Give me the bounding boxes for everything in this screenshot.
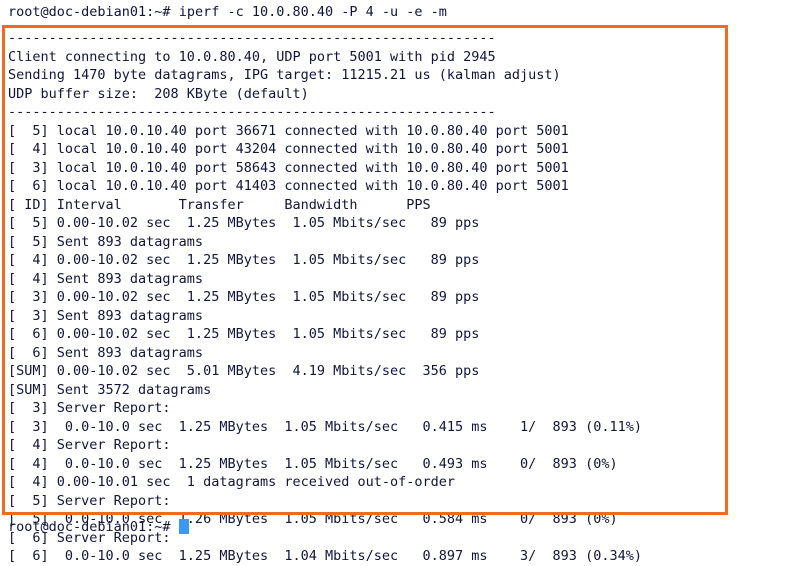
- terminal-output-line: [ 4] local 10.0.10.40 port 43204 connect…: [8, 141, 569, 157]
- terminal-output-line: [ 3] local 10.0.10.40 port 58643 connect…: [8, 159, 569, 176]
- terminal-window[interactable]: root@doc-debian01:~# iperf -c 10.0.80.40…: [0, 0, 785, 564]
- terminal-output-line: [ 5] local 10.0.10.40 port 36671 connect…: [8, 122, 569, 139]
- terminal-output-line: [ 3] 0.0-10.0 sec 1.25 MBytes 1.05 Mbits…: [8, 418, 642, 435]
- command-prompt-line: root@doc-debian01:~# iperf -c 10.0.80.40…: [0, 0, 785, 24]
- terminal-output-line: [ 4] Server Report:: [8, 437, 171, 453]
- terminal-output-line: [SUM] Sent 3572 datagrams: [8, 381, 212, 398]
- terminal-output-line: [ 3] Sent 893 datagrams: [8, 307, 204, 324]
- terminal-output-line: [ 4] Sent 893 datagrams: [8, 270, 204, 287]
- bottom-prompt-line[interactable]: root@doc-debian01:~#: [0, 518, 189, 537]
- terminal-output-line: [SUM] 0.00-10.02 sec 5.01 MBytes 4.19 Mb…: [8, 363, 480, 379]
- block-cursor-icon: [178, 519, 189, 534]
- terminal-output-line: [ 4] 0.0-10.0 sec 1.25 MBytes 1.05 Mbits…: [8, 455, 618, 472]
- terminal-output-line: [ 5] 0.00-10.02 sec 1.25 MBytes 1.05 Mbi…: [8, 215, 480, 231]
- iperf-output: ----------------------------------------…: [0, 29, 785, 566]
- terminal-output-line: [ 6] 0.0-10.0 sec 1.25 MBytes 1.04 Mbits…: [8, 548, 642, 564]
- terminal-output-line: [ 6] 0.00-10.02 sec 1.25 MBytes 1.05 Mbi…: [8, 326, 480, 342]
- terminal-output-line: [ 4] 0.00-10.02 sec 1.25 MBytes 1.05 Mbi…: [8, 252, 480, 268]
- terminal-output-line: UDP buffer size: 208 KByte (default): [8, 85, 309, 102]
- terminal-output-line: [ 4] 0.00-10.01 sec 1 datagrams received…: [8, 474, 456, 490]
- prompt-string-bottom: root@doc-debian01:~#: [8, 519, 179, 535]
- terminal-output-line: [ 5] Server Report:: [8, 492, 171, 509]
- terminal-output-line: Sending 1470 byte datagrams, IPG target:…: [8, 67, 561, 83]
- terminal-output-line: [ 6] Sent 893 datagrams: [8, 344, 204, 361]
- terminal-output-line: [ 3] 0.00-10.02 sec 1.25 MBytes 1.05 Mbi…: [8, 289, 480, 305]
- terminal-output-line: ----------------------------------------…: [8, 104, 496, 120]
- terminal-output-line: Client connecting to 10.0.80.40, UDP por…: [8, 48, 496, 65]
- terminal-output-line: [ ID] Interval Transfer Bandwidth PPS: [8, 196, 431, 213]
- command-text: iperf -c 10.0.80.40 -P 4 -u -e -m: [178, 4, 447, 20]
- terminal-output-line: [ 6] local 10.0.10.40 port 41403 connect…: [8, 178, 569, 194]
- prompt-string: root@doc-debian01:~#: [8, 4, 179, 20]
- terminal-output-line: [ 5] Sent 893 datagrams: [8, 233, 204, 250]
- terminal-output-line: ----------------------------------------…: [8, 30, 496, 46]
- terminal-output-line: [ 3] Server Report:: [8, 400, 171, 416]
